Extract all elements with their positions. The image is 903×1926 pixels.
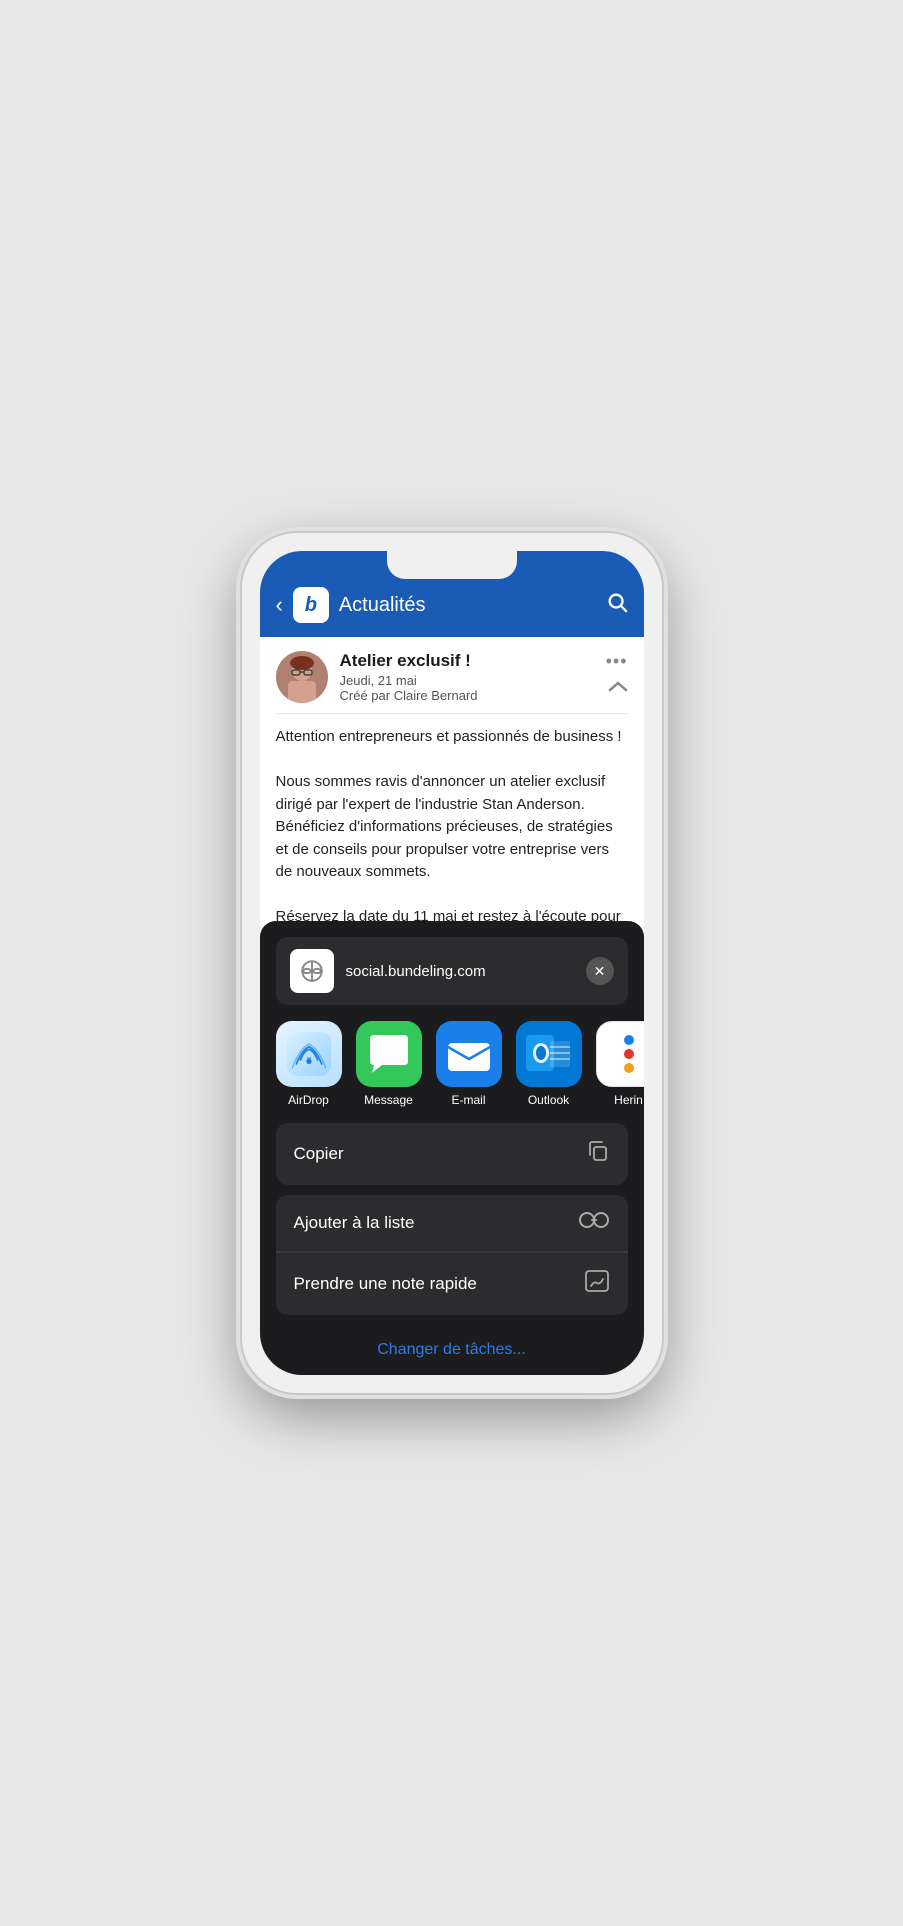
add-list-label: Ajouter à la liste	[294, 1213, 415, 1233]
phone-frame: ‹ b Actualités	[242, 533, 662, 1393]
post-actions: •••	[606, 651, 628, 699]
url-icon-box	[290, 949, 334, 993]
share-close-button[interactable]: ✕	[586, 957, 614, 985]
collapse-button[interactable]	[608, 680, 628, 699]
share-sheet: social.bundeling.com ✕	[260, 921, 644, 1375]
quick-note-icon	[584, 1269, 610, 1299]
post-divider	[276, 713, 628, 714]
herin-dot-red	[624, 1049, 634, 1059]
phone-inner: ‹ b Actualités	[260, 551, 644, 1375]
quick-note-label: Prendre une note rapide	[294, 1274, 477, 1294]
copy-label: Copier	[294, 1144, 344, 1164]
airdrop-label: AirDrop	[288, 1093, 329, 1107]
search-button[interactable]	[606, 591, 628, 619]
herin-dot-orange	[624, 1063, 634, 1073]
share-app-email[interactable]: E-mail	[436, 1021, 502, 1107]
more-options-button[interactable]: •••	[606, 651, 628, 672]
airdrop-icon	[276, 1021, 342, 1087]
herin-dots	[616, 1027, 642, 1081]
copy-icon	[586, 1139, 610, 1169]
outlook-label: Outlook	[528, 1093, 569, 1107]
url-bar: social.bundeling.com ✕	[276, 937, 628, 1005]
post-header: Atelier exclusif ! Jeudi, 21 mai Créé pa…	[276, 651, 628, 703]
message-label: Message	[364, 1093, 413, 1107]
change-tasks-button[interactable]: Changer de tâches...	[260, 1325, 644, 1375]
share-app-herin[interactable]: Herin	[596, 1021, 644, 1107]
content-area: Atelier exclusif ! Jeudi, 21 mai Créé pa…	[260, 637, 644, 1375]
add-list-icon	[578, 1211, 610, 1235]
copy-row[interactable]: Copier	[276, 1123, 628, 1185]
share-app-message[interactable]: Message	[356, 1021, 422, 1107]
post-body: Attention entrepreneurs et passionnés de…	[276, 726, 628, 951]
post-meta: Atelier exclusif ! Jeudi, 21 mai Créé pa…	[340, 651, 594, 703]
back-button[interactable]: ‹	[276, 592, 283, 618]
post-author: Créé par Claire Bernard	[340, 688, 594, 703]
message-icon	[356, 1021, 422, 1087]
herin-dot-blue	[624, 1035, 634, 1045]
quick-note-row[interactable]: Prendre une note rapide	[276, 1253, 628, 1315]
share-app-outlook[interactable]: Outlook	[516, 1021, 582, 1107]
outlook-icon	[516, 1021, 582, 1087]
page-title: Actualités	[339, 594, 596, 617]
herin-label: Herin	[614, 1093, 643, 1107]
app-logo: b	[293, 587, 329, 623]
avatar	[276, 651, 328, 703]
action-rows-group2: Ajouter à la liste Prendre une note rapi…	[276, 1195, 628, 1315]
copy-action-row[interactable]: Copier	[276, 1123, 628, 1185]
post-card: Atelier exclusif ! Jeudi, 21 mai Créé pa…	[260, 637, 644, 965]
url-text: social.bundeling.com	[346, 963, 574, 980]
email-label: E-mail	[451, 1093, 485, 1107]
notch	[387, 551, 517, 579]
post-date: Jeudi, 21 mai	[340, 673, 594, 688]
post-title: Atelier exclusif !	[340, 651, 594, 671]
share-apps-row: AirDrop Message	[260, 1021, 644, 1123]
share-app-airdrop[interactable]: AirDrop	[276, 1021, 342, 1107]
add-list-row[interactable]: Ajouter à la liste	[276, 1195, 628, 1252]
email-icon	[436, 1021, 502, 1087]
herin-icon	[596, 1021, 644, 1087]
